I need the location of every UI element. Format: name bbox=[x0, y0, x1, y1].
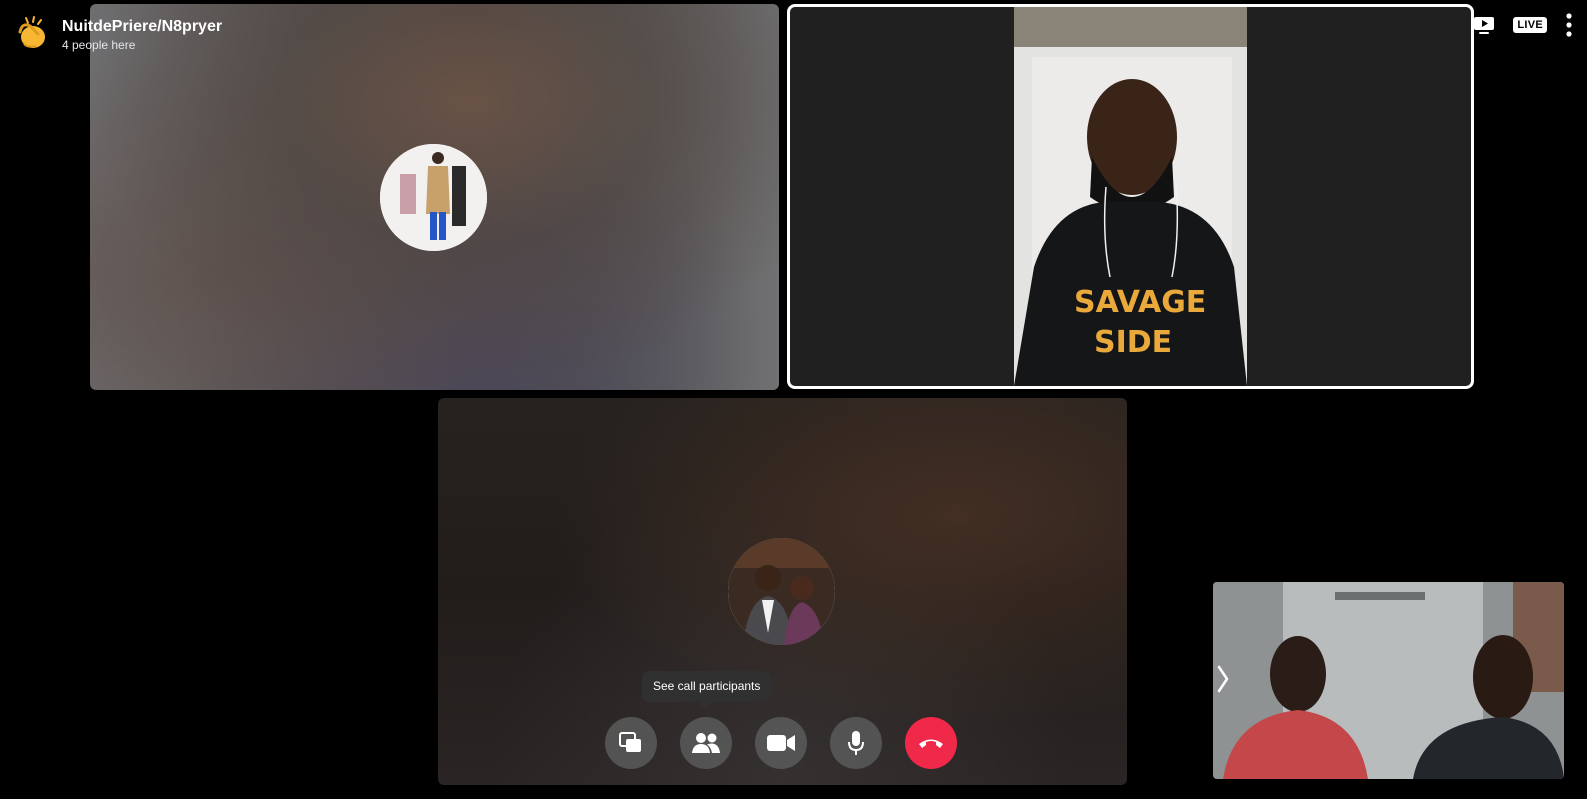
chevron-right-icon[interactable] bbox=[1215, 664, 1231, 694]
participant-count: 4 people here bbox=[62, 38, 136, 52]
present-screen-button[interactable] bbox=[1473, 12, 1495, 38]
end-call-button[interactable] bbox=[905, 717, 957, 769]
video-button[interactable] bbox=[755, 717, 807, 769]
video-call-window: NuitdePriere/N8pryer 4 people here LIVE bbox=[0, 0, 1587, 799]
call-header: NuitdePriere/N8pryer 4 people here bbox=[12, 14, 222, 53]
live-label: LIVE bbox=[1513, 17, 1547, 33]
participants-button[interactable] bbox=[680, 717, 732, 769]
go-live-button[interactable]: LIVE bbox=[1513, 12, 1547, 38]
svg-text:SIDE: SIDE bbox=[1094, 325, 1172, 360]
self-view-tile[interactable] bbox=[1213, 582, 1564, 779]
present-screen-icon bbox=[1474, 17, 1495, 34]
windows-icon bbox=[619, 732, 641, 752]
room-title: NuitdePriere/N8pryer bbox=[62, 18, 223, 35]
self-view-video bbox=[1213, 582, 1564, 779]
avatar bbox=[728, 538, 835, 645]
call-controls bbox=[605, 717, 957, 769]
svg-text:SAVAGE: SAVAGE bbox=[1074, 285, 1206, 320]
active-speaker-tile[interactable]: SAVAGE SIDE bbox=[787, 4, 1474, 389]
speaker-video: SAVAGE SIDE bbox=[1014, 7, 1247, 386]
speaker-video-frame: SAVAGE SIDE bbox=[1014, 7, 1247, 386]
avatar-photo bbox=[728, 538, 835, 645]
phone-hangup-icon bbox=[919, 739, 943, 748]
more-options-button[interactable] bbox=[1565, 12, 1573, 38]
microphone-icon bbox=[848, 731, 864, 755]
clapping-hands-icon bbox=[18, 16, 45, 48]
people-icon bbox=[692, 733, 720, 753]
mic-button[interactable] bbox=[830, 717, 882, 769]
participants-tooltip: See call participants bbox=[642, 671, 772, 710]
tooltip-text: See call participants bbox=[653, 679, 761, 693]
header-text: NuitdePriere/N8pryer 4 people here bbox=[62, 17, 222, 53]
participant-tile[interactable] bbox=[90, 4, 779, 390]
more-options-icon bbox=[1566, 13, 1572, 37]
avatar-photo bbox=[380, 144, 487, 251]
camera-icon bbox=[767, 735, 795, 751]
avatar bbox=[380, 144, 487, 251]
switch-view-button[interactable] bbox=[605, 717, 657, 769]
top-right-actions: LIVE bbox=[1455, 12, 1573, 38]
